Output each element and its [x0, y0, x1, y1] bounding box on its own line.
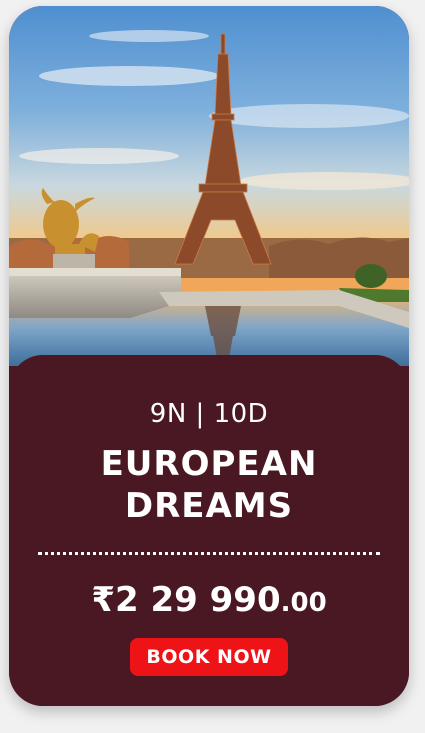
package-title-line-1: EUROPEAN	[100, 444, 318, 484]
currency-symbol: ₹	[91, 580, 115, 620]
price-decimal: .00	[280, 588, 327, 618]
price-amount: 2 29 990	[114, 580, 281, 620]
dotted-divider	[38, 552, 380, 555]
package-title-line-2: DREAMS	[124, 486, 294, 526]
trip-duration: 9N | 10D	[149, 399, 269, 429]
package-details-panel: 9N | 10D EUROPEAN DREAMS ₹2 29 990.00 BO…	[9, 355, 409, 706]
package-card[interactable]: 9N | 10D EUROPEAN DREAMS ₹2 29 990.00 BO…	[9, 6, 409, 706]
package-title: EUROPEAN DREAMS	[9, 443, 409, 527]
package-price: ₹2 29 990.00	[9, 580, 409, 620]
book-now-button[interactable]: BOOK NOW	[130, 638, 288, 676]
eiffel-tower-photo	[9, 6, 409, 366]
